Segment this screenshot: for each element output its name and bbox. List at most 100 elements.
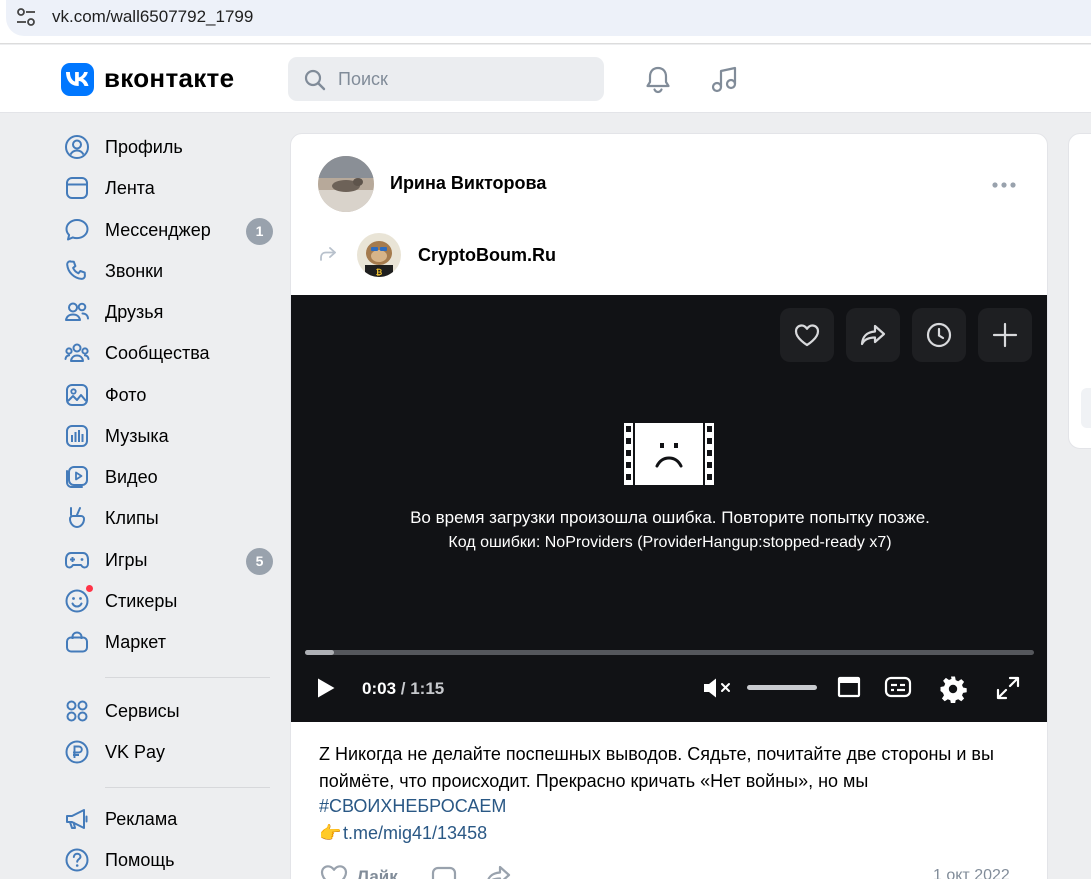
sidebar-item-label: Сервисы	[105, 701, 180, 721]
sidebar-item-label: Музыка	[105, 426, 169, 446]
sidebar-item-photo[interactable]: Фото	[60, 376, 275, 414]
sidebar-item-messenger[interactable]: Мессенджер 1	[60, 211, 275, 249]
communities-icon	[64, 343, 90, 362]
site-header: вконтакте Поиск	[0, 45, 1091, 113]
sidebar-item-games[interactable]: Игры 5	[60, 541, 275, 579]
comment-icon[interactable]	[431, 865, 457, 879]
sidebar-item-label: Стикеры	[105, 591, 178, 611]
profile-icon	[65, 135, 89, 159]
sidebar-item-ads[interactable]: Реклама	[60, 800, 275, 838]
unread-badge: 1	[246, 218, 273, 245]
brand-name[interactable]: вконтакте	[104, 63, 234, 94]
sidebar-item-label: Лента	[105, 178, 155, 198]
volume-slider[interactable]	[747, 685, 817, 690]
sidebar-item-label: Видео	[105, 467, 158, 487]
search-placeholder: Поиск	[338, 69, 388, 89]
post-card: Ирина Викторова ₿ CryptoBoum.Ru Во время…	[290, 133, 1048, 879]
ruble-icon	[65, 740, 89, 764]
music-chart-icon	[66, 425, 88, 447]
sidebar-item-services[interactable]: Сервисы	[60, 692, 275, 730]
sidebar-item-label: Фото	[105, 385, 147, 405]
share-icon	[860, 324, 886, 346]
video-share-button[interactable]	[846, 308, 900, 362]
sidebar-item-label: Клипы	[105, 508, 159, 528]
video-progress-bar[interactable]	[305, 650, 1034, 655]
like-button-label[interactable]: Лайк	[357, 867, 398, 879]
megaphone-icon	[66, 809, 88, 829]
post-date: 1 окт 2022	[933, 867, 1010, 879]
video-player[interactable]: Во время загрузки произошла ошибка. Повт…	[291, 295, 1047, 722]
video-like-button[interactable]	[780, 308, 834, 362]
video-icon	[66, 466, 88, 488]
friends-icon	[65, 302, 89, 321]
sidebar-divider	[105, 677, 270, 678]
feed-icon	[66, 177, 88, 199]
broken-film-icon	[624, 423, 714, 485]
site-settings-icon[interactable]	[16, 8, 36, 26]
fullscreen-icon[interactable]	[995, 675, 1021, 701]
video-error-message: Во время загрузки произошла ошибка. Повт…	[410, 508, 930, 527]
repost-arrow-icon	[320, 247, 336, 261]
muted-speaker-icon[interactable]	[702, 677, 736, 699]
clock-icon	[926, 322, 952, 348]
video-add-button[interactable]	[978, 308, 1032, 362]
sidebar-item-feed[interactable]: Лента	[60, 169, 275, 207]
sidebar-item-profile[interactable]: Профиль	[60, 128, 275, 166]
post-hashtag[interactable]: #СВОИХНЕБРОСАЕМ	[319, 796, 506, 817]
sidebar-item-clips[interactable]: Клипы	[60, 499, 275, 537]
sidebar-item-vkpay[interactable]: VK Pay	[60, 733, 275, 771]
sidebar-item-label: Звонки	[105, 261, 164, 281]
post-link[interactable]: t.me/mig41/13458	[343, 823, 487, 843]
sidebar-item-music[interactable]: Музыка	[60, 417, 275, 455]
duration: 1:15	[410, 679, 445, 698]
play-icon[interactable]	[316, 677, 336, 699]
sidebar-item-market[interactable]: Маркет	[60, 623, 275, 661]
sidebar-item-label: Друзья	[105, 302, 164, 322]
current-time: 0:03	[362, 679, 397, 698]
photo-icon	[66, 384, 88, 406]
subtitles-icon[interactable]	[884, 675, 912, 699]
sidebar-item-label: Маркет	[105, 632, 166, 652]
bell-icon[interactable]	[644, 65, 672, 95]
sidebar-item-stickers[interactable]: Стикеры	[60, 582, 275, 620]
sidebar-item-calls[interactable]: Звонки	[60, 252, 275, 290]
browser-address-bar: vk.com/wall6507792_1799	[0, 0, 1091, 44]
sidebar-item-label: Игры	[105, 550, 148, 570]
sidebar-item-label: Реклама	[105, 809, 178, 829]
search-input[interactable]: Поиск	[288, 57, 604, 101]
sidebar-item-friends[interactable]: Друзья	[60, 293, 275, 331]
gamepad-icon	[65, 552, 89, 569]
miniplayer-icon[interactable]	[837, 675, 861, 699]
clips-icon	[69, 507, 85, 528]
sidebar-item-help[interactable]: Помощь	[60, 841, 275, 879]
vk-logo-icon[interactable]	[61, 63, 94, 96]
video-error-code: Код ошибки: NoProviders (ProviderHangup:…	[448, 534, 892, 551]
sidebar-item-label: Мессенджер	[105, 220, 211, 240]
sidebar-item-video[interactable]: Видео	[60, 458, 275, 496]
right-panel	[1068, 133, 1091, 449]
like-heart-icon[interactable]	[319, 862, 349, 879]
share-post-icon[interactable]	[484, 864, 512, 879]
svg-text:₿: ₿	[376, 268, 383, 277]
video-watch-later-button[interactable]	[912, 308, 966, 362]
sidebar-divider	[105, 787, 270, 788]
repost-source-name[interactable]: CryptoBoum.Ru	[418, 245, 556, 266]
author-name[interactable]: Ирина Викторова	[390, 173, 546, 194]
url-text[interactable]: vk.com/wall6507792_1799	[52, 7, 253, 27]
group-avatar[interactable]: ₿	[357, 233, 401, 277]
search-icon	[304, 69, 326, 91]
music-icon[interactable]	[709, 65, 739, 95]
post-link-line: 👉t.me/mig41/13458	[319, 823, 487, 844]
settings-gear-icon[interactable]	[939, 675, 967, 703]
author-avatar[interactable]	[318, 156, 374, 212]
notification-dot	[85, 584, 94, 593]
pointing-hand-emoji: 👉	[319, 823, 342, 843]
plus-icon	[992, 322, 1018, 348]
phone-icon	[66, 260, 86, 280]
more-options-icon[interactable]	[991, 181, 1017, 189]
video-progress-fill	[305, 650, 335, 655]
messenger-icon	[65, 219, 89, 241]
heart-icon	[794, 324, 820, 347]
sidebar-item-communities[interactable]: Сообщества	[60, 334, 275, 372]
video-time: 0:03 / 1:15	[362, 679, 444, 699]
